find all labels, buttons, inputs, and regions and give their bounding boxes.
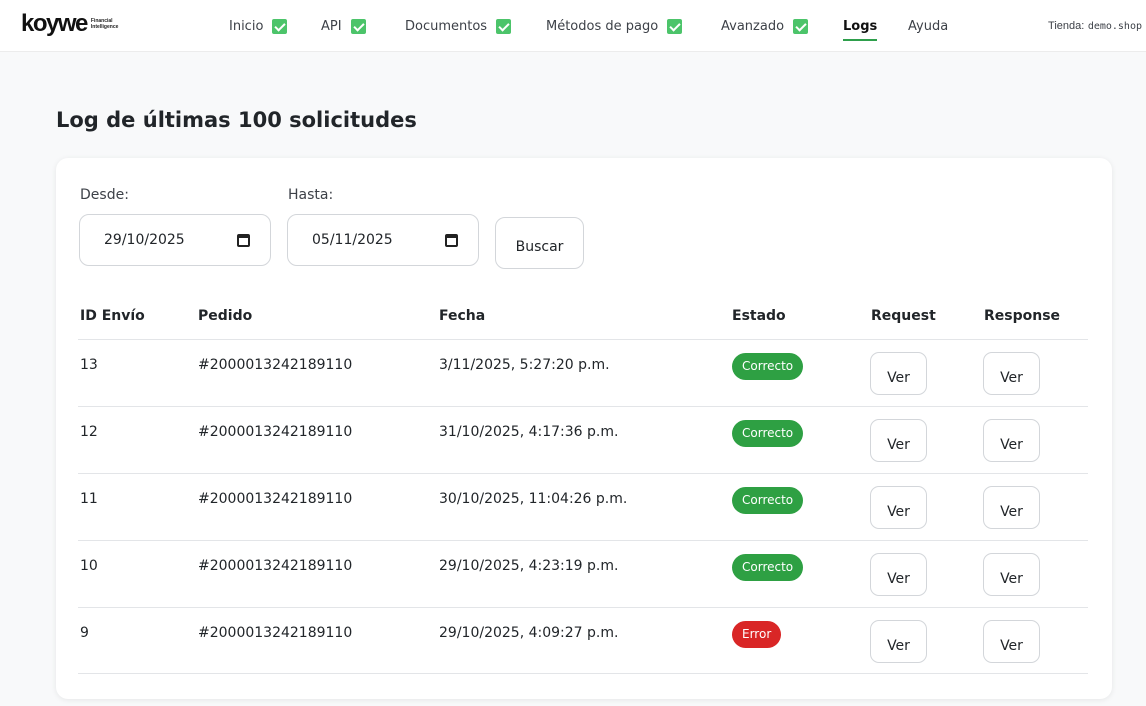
- view-request-button[interactable]: Ver: [870, 419, 927, 462]
- to-date-value: 05/11/2025: [312, 232, 393, 248]
- calendar-icon[interactable]: [237, 234, 250, 247]
- from-date-value: 29/10/2025: [104, 232, 185, 248]
- calendar-icon[interactable]: [445, 234, 458, 247]
- row-id: 10: [80, 558, 98, 574]
- view-request-button[interactable]: Ver: [870, 352, 927, 395]
- to-date-input[interactable]: 05/11/2025: [287, 214, 479, 266]
- nav-item-logs[interactable]: Logs: [843, 17, 878, 41]
- column-header-request: Request: [871, 308, 936, 324]
- check-square-icon: [350, 18, 366, 34]
- to-date-label: Hasta:: [288, 187, 334, 203]
- nav-item-avanzado[interactable]: Avanzado: [721, 17, 809, 35]
- row-order: #2000013242189110: [198, 625, 353, 641]
- check-square-icon: [272, 18, 288, 34]
- view-response-button[interactable]: Ver: [983, 620, 1040, 663]
- column-header-response: Response: [984, 308, 1061, 324]
- row-date: 31/10/2025, 4:17:36 p.m.: [439, 424, 619, 440]
- page-title: Log de últimas 100 solicitudes: [56, 108, 417, 132]
- view-response-button[interactable]: Ver: [983, 419, 1040, 462]
- status-badge: Correcto: [732, 420, 804, 447]
- row-order: #2000013242189110: [198, 558, 353, 574]
- table-row: 13 #2000013242189110 3/11/2025, 5:27:20 …: [78, 339, 1088, 406]
- column-header-date: Fecha: [439, 308, 486, 324]
- store-value: demo.shop: [1087, 21, 1142, 32]
- status-badge: Correcto: [732, 353, 804, 380]
- row-id: 13: [80, 357, 98, 373]
- nav-item-label: Documentos: [405, 18, 488, 34]
- brand-logo[interactable]: koywe Financial Intelligence: [21, 12, 118, 36]
- row-order: #2000013242189110: [198, 491, 353, 507]
- store-label: Tienda:: [1048, 20, 1085, 32]
- check-square-icon: [667, 18, 683, 34]
- from-date-input[interactable]: 29/10/2025: [79, 214, 271, 266]
- view-request-button[interactable]: Ver: [870, 553, 927, 596]
- row-id: 11: [80, 491, 98, 507]
- view-response-button[interactable]: Ver: [983, 352, 1040, 395]
- logs-card: Desde: 29/10/2025 Hasta: 05/11/2025 Busc…: [56, 158, 1112, 699]
- search-button[interactable]: Buscar: [495, 217, 584, 269]
- nav-item-ayuda[interactable]: Ayuda: [908, 17, 948, 35]
- table-row: 9 #2000013242189110 29/10/2025, 4:09:27 …: [78, 607, 1088, 674]
- store-indicator: Tienda: demo.shop: [1048, 19, 1142, 32]
- nav-item-inicio[interactable]: Inicio: [229, 17, 288, 35]
- brand-name: koywe: [21, 10, 88, 37]
- nav-item-label: Métodos de pago: [546, 18, 659, 34]
- view-request-button[interactable]: Ver: [870, 620, 927, 663]
- row-id: 9: [80, 625, 89, 641]
- table-row: 12 #2000013242189110 31/10/2025, 4:17:36…: [78, 406, 1088, 473]
- top-navbar: koywe Financial Intelligence Inicio API …: [0, 0, 1146, 52]
- view-response-button[interactable]: Ver: [983, 553, 1040, 596]
- row-date: 29/10/2025, 4:09:27 p.m.: [439, 625, 619, 641]
- row-order: #2000013242189110: [198, 424, 353, 440]
- nav-item-label: API: [321, 18, 342, 34]
- table-row: 10 #2000013242189110 29/10/2025, 4:23:19…: [78, 540, 1088, 607]
- from-date-label: Desde:: [80, 187, 129, 203]
- check-square-icon: [496, 18, 512, 34]
- view-request-button[interactable]: Ver: [870, 486, 927, 529]
- table-row: 11 #2000013242189110 30/10/2025, 11:04:2…: [78, 473, 1088, 540]
- status-badge: Correcto: [732, 554, 804, 581]
- nav-item-metodos-de-pago[interactable]: Métodos de pago: [546, 17, 683, 35]
- nav-item-label: Avanzado: [721, 18, 785, 34]
- nav-item-documentos[interactable]: Documentos: [405, 17, 512, 35]
- check-square-icon: [793, 18, 809, 34]
- column-header-id: ID Envío: [80, 308, 145, 324]
- status-badge: Error: [732, 621, 782, 648]
- column-header-order: Pedido: [198, 308, 253, 324]
- status-badge: Correcto: [732, 487, 804, 514]
- nav-item-api[interactable]: API: [321, 17, 366, 35]
- column-header-status: Estado: [732, 308, 786, 324]
- row-date: 30/10/2025, 11:04:26 p.m.: [439, 491, 628, 507]
- row-date: 29/10/2025, 4:23:19 p.m.: [439, 558, 619, 574]
- view-response-button[interactable]: Ver: [983, 486, 1040, 529]
- nav-item-label: Ayuda: [908, 18, 949, 34]
- nav-item-label: Inicio: [229, 18, 264, 34]
- nav-item-label: Logs: [843, 18, 878, 34]
- row-order: #2000013242189110: [198, 357, 353, 373]
- brand-tagline: Financial Intelligence: [90, 18, 119, 30]
- row-id: 12: [80, 424, 98, 440]
- row-date: 3/11/2025, 5:27:20 p.m.: [439, 357, 610, 373]
